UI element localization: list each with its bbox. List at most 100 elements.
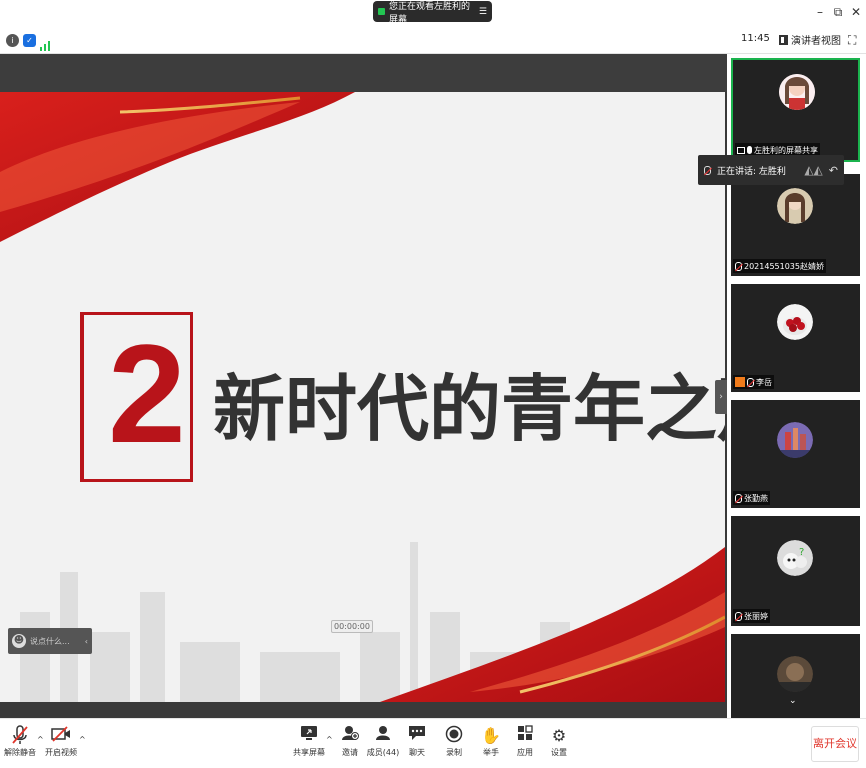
- mic-off-icon: [3, 725, 37, 747]
- window-title-bar: 您正在观看左胜利的屏幕 ☰ – ⧉ ✕: [0, 0, 866, 28]
- signal-icon[interactable]: [40, 36, 50, 51]
- avatar: [777, 422, 813, 458]
- share-screen-icon: [292, 725, 326, 747]
- emoji-icon[interactable]: ☻: [12, 634, 26, 648]
- apps-icon: [508, 725, 542, 747]
- record-label: 录制: [446, 748, 462, 757]
- unmute-button[interactable]: 解除静音: [3, 725, 37, 758]
- invite-label: 邀请: [342, 748, 358, 757]
- meeting-time: 11:45: [741, 33, 770, 44]
- participant-name-tag: 李岳: [733, 375, 774, 389]
- audio-options-chevron-icon[interactable]: ^: [37, 735, 44, 744]
- participant-name: 张丽婷: [744, 611, 768, 621]
- participants-panel: 左胜利的屏幕共享 20214551035赵婧娇 李岳 张勤燕 ? 张丽婷 ⌄: [727, 54, 866, 718]
- participant-tile[interactable]: 李岳: [731, 284, 860, 392]
- chat-button[interactable]: 聊天: [400, 725, 434, 758]
- active-speaker-label: 正在讲话: 左胜利: [717, 166, 786, 177]
- leave-meeting-button[interactable]: 离开会议: [811, 726, 859, 762]
- speaker-view-button[interactable]: 演讲者视图: [779, 32, 841, 47]
- restore-button[interactable]: ⧉: [830, 4, 846, 20]
- settings-label: 设置: [551, 748, 567, 757]
- slide-bottom-bar: [0, 702, 727, 718]
- share-options-chevron-icon[interactable]: ^: [326, 735, 333, 744]
- apps-label: 应用: [517, 748, 533, 757]
- section-number-box: 2: [80, 312, 193, 482]
- wave-icon: ◭◭: [804, 163, 823, 177]
- slide-timer: 00:00:00: [331, 620, 373, 633]
- raise-hand-label: 举手: [483, 748, 499, 757]
- share-banner-text: 您正在观看左胜利的屏幕: [389, 1, 471, 25]
- mic-icon: [747, 146, 752, 154]
- collapse-chevron-icon[interactable]: ‹: [85, 637, 88, 646]
- members-label: 成员(44): [366, 748, 400, 757]
- start-video-button[interactable]: 开启视频: [44, 725, 78, 758]
- participant-name: 张勤燕: [744, 493, 768, 503]
- mic-off-icon: [747, 377, 754, 387]
- scroll-down-chevron-icon[interactable]: ⌄: [789, 696, 797, 706]
- camera-off-icon: [44, 725, 78, 747]
- mic-off-icon: [735, 261, 742, 271]
- video-options-chevron-icon[interactable]: ^: [79, 735, 86, 744]
- active-speaker-bar: 正在讲话: 左胜利 ◭◭ ↶: [698, 155, 844, 185]
- participant-name: 左胜利的屏幕共享: [754, 145, 818, 155]
- svg-text:?: ?: [799, 547, 804, 558]
- shared-screen-area: 2 新时代的青年之声 00:00:00 ☻ 说点什么... ‹: [0, 54, 727, 718]
- presentation-slide: 2 新时代的青年之声 00:00:00 ☻ 说点什么... ‹: [0, 92, 725, 702]
- mic-off-icon: [735, 493, 742, 503]
- participant-name-tag: 张勤燕: [733, 491, 770, 505]
- screen-share-banner[interactable]: 您正在观看左胜利的屏幕 ☰: [373, 1, 492, 25]
- participant-name: 20214551035赵婧娇: [744, 261, 824, 271]
- reply-arrow-icon[interactable]: ↶: [829, 164, 838, 177]
- minimize-button[interactable]: –: [812, 4, 828, 20]
- avatar: [777, 304, 813, 340]
- screen-share-icon: [737, 146, 745, 154]
- apps-button[interactable]: 应用: [508, 725, 542, 758]
- start-video-label: 开启视频: [45, 748, 77, 757]
- slide-top-bar: [0, 54, 727, 92]
- avatar: ?: [777, 540, 813, 576]
- unmute-label: 解除静音: [4, 748, 36, 757]
- settings-button[interactable]: ⚙ 设置: [542, 725, 576, 758]
- avatar: [779, 74, 815, 110]
- layout-icon: [779, 34, 788, 45]
- avatar: [777, 188, 813, 224]
- panel-toggle-button[interactable]: ›: [715, 380, 727, 414]
- slide-title: 新时代的青年之声: [213, 367, 725, 451]
- participant-tile[interactable]: 20214551035赵婧娇: [731, 174, 860, 276]
- info-icon[interactable]: i: [6, 34, 19, 47]
- participant-tile[interactable]: ? 张丽婷: [731, 516, 860, 626]
- members-button[interactable]: 成员(44): [366, 725, 400, 758]
- shield-icon[interactable]: ✓: [23, 34, 36, 47]
- chat-placeholder: 说点什么...: [30, 636, 70, 646]
- avatar: [777, 656, 813, 692]
- share-screen-label: 共享屏幕: [293, 748, 325, 757]
- user-icon: [735, 377, 745, 387]
- participant-tile[interactable]: 左胜利的屏幕共享: [731, 58, 860, 162]
- chat-label: 聊天: [409, 748, 425, 757]
- close-button[interactable]: ✕: [848, 4, 864, 20]
- view-label: 演讲者视图: [791, 36, 841, 47]
- members-icon: [366, 725, 400, 747]
- participant-tile[interactable]: 张勤燕: [731, 400, 860, 508]
- raise-hand-button[interactable]: ✋ 举手: [474, 725, 508, 758]
- mic-off-icon: [735, 611, 742, 621]
- mic-off-icon: [704, 165, 711, 175]
- meeting-info-bar: i ✓ 11:45 演讲者视图 ⛶: [0, 28, 866, 54]
- hand-icon: ✋: [481, 726, 501, 745]
- chat-input-pill[interactable]: ☻ 说点什么... ‹: [8, 628, 92, 654]
- meeting-toolbar: 解除静音 ^ 开启视频 ^ 共享屏幕 ^ 邀请 成员(44) 聊天 录制 ✋ 举…: [0, 718, 866, 768]
- record-icon: [437, 725, 471, 747]
- participant-name: 李岳: [756, 377, 772, 387]
- share-screen-button[interactable]: 共享屏幕: [292, 725, 326, 758]
- add-user-icon: [333, 725, 367, 747]
- menu-icon[interactable]: ☰: [479, 7, 487, 17]
- fullscreen-icon[interactable]: ⛶: [848, 33, 856, 48]
- participant-name-tag: 20214551035赵婧娇: [733, 259, 826, 273]
- share-status-icon: [378, 8, 385, 15]
- participant-tile[interactable]: ⌄: [731, 634, 860, 718]
- invite-button[interactable]: 邀请: [333, 725, 367, 758]
- record-button[interactable]: 录制: [437, 725, 471, 758]
- section-number: 2: [108, 315, 186, 472]
- participant-name-tag: 张丽婷: [733, 609, 770, 623]
- chat-icon: [400, 725, 434, 747]
